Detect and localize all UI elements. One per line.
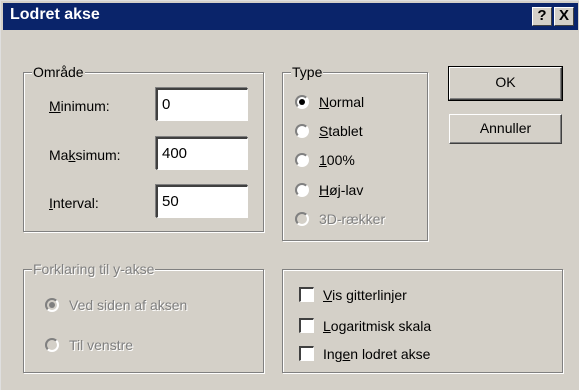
type-normal-label: Normal: [319, 94, 365, 110]
minimum-input[interactable]: 0: [156, 88, 248, 121]
window-title: Lodret akse: [10, 6, 100, 23]
type-3d-raekker-label: 3D-rækker: [319, 211, 386, 227]
legend-beside-axis-label: Ved siden af aksen: [69, 297, 188, 313]
checkbox-indicator[interactable]: [299, 346, 314, 361]
interval-input[interactable]: 50: [156, 185, 248, 218]
maximum-input[interactable]: 400: [156, 137, 248, 170]
radio-indicator: [45, 298, 59, 312]
title-bar[interactable]: Lodret akse ? X: [3, 3, 578, 30]
y-axis-legend-groupbox: Forklaring til y-akse: [23, 261, 264, 373]
maximum-label: Maksimum:: [49, 147, 121, 163]
radio-indicator: [45, 338, 59, 352]
checkbox-indicator[interactable]: [299, 287, 314, 302]
y-axis-legend-title: Forklaring til y-akse: [32, 261, 156, 277]
help-button[interactable]: ?: [532, 7, 552, 26]
radio-indicator[interactable]: [295, 124, 309, 138]
ok-button[interactable]: OK: [448, 66, 563, 101]
type-hoj-lav-label: Høj-lav: [319, 182, 364, 198]
checkbox-indicator[interactable]: [299, 318, 314, 333]
dialog-window: Lodret akse ? X Område Minimum: 0 Maksim…: [0, 0, 579, 390]
type-legend: Type: [291, 64, 324, 80]
radio-indicator[interactable]: [295, 153, 309, 167]
no-vertical-axis-label: Ingen lodret akse: [323, 346, 431, 362]
cancel-button[interactable]: Annuller: [449, 114, 562, 144]
legend-left-label: Til venstre: [69, 337, 134, 353]
range-legend: Område: [32, 64, 85, 80]
radio-indicator[interactable]: [295, 95, 309, 109]
radio-indicator: [295, 212, 309, 226]
type-stablet-label: Stablet: [319, 123, 363, 139]
close-button[interactable]: X: [554, 7, 574, 26]
log-scale-label: Logaritmisk skala: [323, 318, 432, 334]
type-100-percent-label: 100%: [319, 152, 355, 168]
gridlines-label: Vis gitterlinjer: [323, 287, 407, 303]
radio-indicator[interactable]: [295, 183, 309, 197]
interval-label: Interval:: [49, 195, 99, 211]
minimum-label: Minimum:: [49, 98, 110, 114]
